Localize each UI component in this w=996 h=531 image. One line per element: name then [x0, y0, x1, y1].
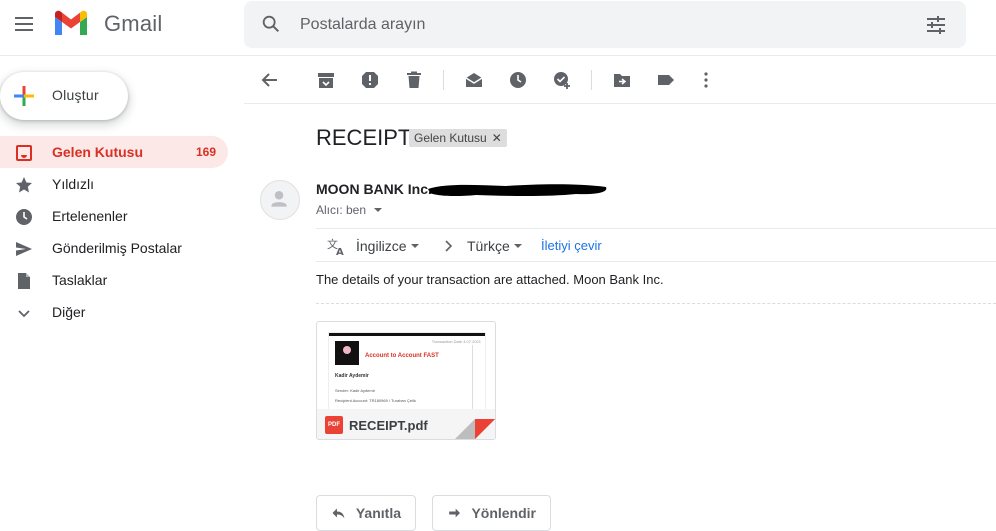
source-language: İngilizce	[356, 238, 407, 254]
star-icon	[16, 177, 32, 193]
chevron-down-icon	[18, 310, 30, 318]
thumb-line: Sender: Kadir Aydemir	[335, 388, 375, 393]
thumb-title: Account to Account FAST	[365, 353, 439, 359]
thumb-rule	[472, 345, 473, 409]
svg-text:A: A	[336, 247, 344, 256]
label-icon[interactable]	[654, 68, 678, 92]
snooze-icon[interactable]	[506, 68, 530, 92]
message-subject: RECEIPT	[316, 125, 412, 150]
reply-label: Yanıtla	[355, 505, 401, 521]
forward-button[interactable]: Yönlendir	[432, 495, 551, 531]
draft-icon	[18, 273, 30, 289]
redaction-mark	[428, 184, 607, 197]
reply-button[interactable]: Yanıtla	[316, 495, 416, 531]
translate-bar: 文 A İngilizce Türkçe İletiyi çevir	[316, 228, 996, 262]
search-icon[interactable]	[260, 13, 282, 35]
move-to-icon[interactable]	[610, 68, 634, 92]
attachment-filename: RECEIPT.pdf	[349, 418, 428, 433]
sidebar-item-label: Taslaklar	[52, 272, 108, 288]
inbox-label-chip[interactable]: Gelen Kutusu ✕	[409, 129, 507, 147]
message-toolbar	[244, 56, 996, 104]
recipient-line[interactable]: Alıcı: ben	[316, 203, 383, 217]
reply-icon	[332, 508, 345, 519]
chevron-right-icon	[445, 240, 453, 252]
thumb-date: Transaction Date 4.07.2021	[431, 339, 481, 344]
plus-icon	[14, 86, 34, 106]
sidebar-item-more[interactable]: Diğer	[0, 296, 228, 328]
back-arrow-icon[interactable]	[258, 68, 282, 92]
target-language: Türkçe	[467, 238, 510, 254]
attachment-card[interactable]: Transaction Date 4.07.2021 Account to Ac…	[316, 321, 496, 440]
pdf-icon: PDF	[325, 416, 343, 434]
sidebar-item-label: Diğer	[52, 304, 86, 320]
toolbar-divider	[443, 70, 444, 90]
label-chip-text: Gelen Kutusu	[414, 131, 487, 145]
search-options-icon[interactable]	[924, 13, 948, 37]
dropdown-caret-icon	[513, 244, 522, 248]
top-header: Gmail	[0, 0, 996, 56]
archive-icon[interactable]	[314, 68, 338, 92]
search-bar[interactable]	[244, 1, 966, 48]
toolbar-divider	[591, 70, 592, 90]
source-language-select[interactable]: İngilizce	[356, 238, 419, 254]
recipient-details-caret-icon[interactable]	[374, 208, 383, 212]
clock-icon	[16, 209, 32, 225]
translate-message-link[interactable]: İletiyi çevir	[541, 238, 602, 253]
sender-name[interactable]: MOON BANK Inc.	[316, 181, 432, 197]
pdf-corner-fold-icon	[455, 419, 495, 439]
target-language-select[interactable]: Türkçe	[467, 238, 522, 254]
compose-button[interactable]: Oluştur	[0, 72, 128, 120]
sidebar-nav: Gelen Kutusu 169 Yıldızlı Ertelenenler G…	[0, 136, 228, 328]
thumb-line: Recipient Account: TR180969 / Turahan Çe…	[335, 398, 416, 403]
unread-count: 169	[195, 145, 216, 159]
gmail-logo-icon[interactable]	[52, 9, 90, 37]
sidebar-item-label: Ertelenenler	[52, 208, 128, 224]
thumb-bank-logo	[335, 341, 359, 365]
inbox-icon	[16, 145, 32, 161]
person-icon	[271, 190, 287, 207]
thumb-top-bar	[329, 333, 485, 336]
more-vert-icon[interactable]	[694, 68, 718, 92]
sidebar-item-drafts[interactable]: Taslaklar	[0, 264, 228, 296]
compose-label: Oluştur	[52, 87, 99, 103]
sidebar-item-label: Gönderilmiş Postalar	[52, 240, 182, 256]
thumb-name: Kadir Aydemir	[335, 373, 369, 379]
dropdown-caret-icon	[410, 244, 419, 248]
reply-actions: Yanıtla Yönlendir	[316, 495, 551, 531]
translate-icon: 文 A	[327, 237, 344, 256]
search-input[interactable]	[300, 13, 900, 37]
report-spam-icon[interactable]	[358, 68, 382, 92]
sender-avatar[interactable]	[260, 180, 300, 220]
forward-label: Yönlendir	[471, 505, 536, 521]
message-body: The details of your transaction are atta…	[316, 272, 664, 287]
sidebar-item-snoozed[interactable]: Ertelenenler	[0, 200, 228, 232]
send-icon	[16, 242, 32, 256]
delete-icon[interactable]	[402, 68, 426, 92]
sidebar-item-inbox[interactable]: Gelen Kutusu 169	[0, 136, 228, 168]
forward-icon	[449, 508, 460, 518]
add-to-tasks-icon[interactable]	[550, 68, 574, 92]
app-name: Gmail	[104, 11, 163, 36]
sidebar-item-sent[interactable]: Gönderilmiş Postalar	[0, 232, 228, 264]
attachment-divider	[316, 303, 996, 304]
main-menu-icon[interactable]	[8, 8, 40, 40]
sidebar-item-starred[interactable]: Yıldızlı	[0, 168, 228, 200]
recipient-text: Alıcı: ben	[316, 203, 367, 217]
sidebar-item-label: Gelen Kutusu	[52, 144, 144, 160]
attachment-thumbnail: Transaction Date 4.07.2021 Account to Ac…	[329, 333, 485, 409]
remove-label-icon[interactable]: ✕	[492, 129, 502, 147]
mark-unread-icon[interactable]	[462, 68, 486, 92]
sidebar-item-label: Yıldızlı	[52, 176, 95, 192]
